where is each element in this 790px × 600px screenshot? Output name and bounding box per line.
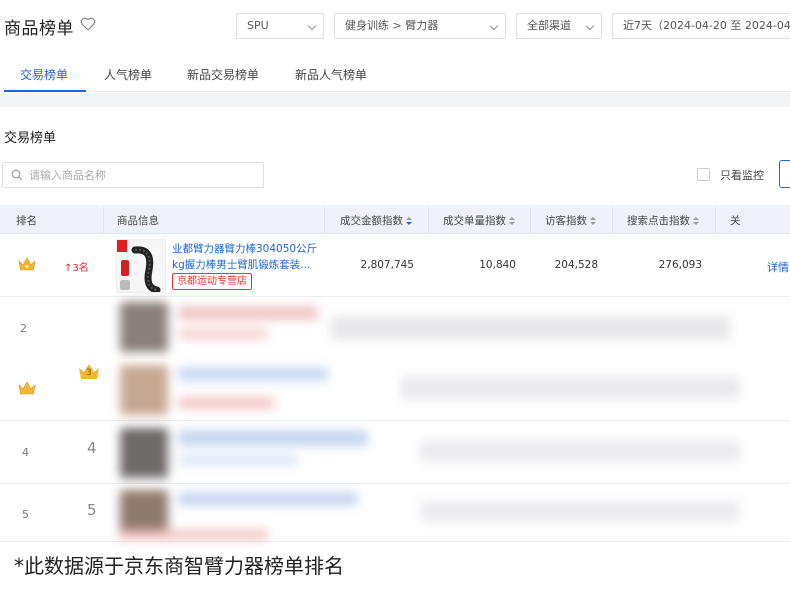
heart-icon[interactable] (80, 16, 96, 32)
column-order-index[interactable]: 成交单量指数 (443, 213, 515, 228)
shop-tag[interactable]: 京都运动专营店 (172, 273, 252, 290)
column-separator (612, 207, 613, 233)
sort-icon (693, 216, 699, 226)
column-separator (428, 207, 429, 233)
category-select[interactable]: 健身训练 > 臂力器 (334, 13, 506, 39)
tab-popularity-ranking[interactable]: 人气榜单 (104, 66, 152, 92)
detail-link[interactable]: 详情 (767, 259, 789, 275)
table-row[interactable]: 4 4 (0, 422, 790, 484)
tab-new-popularity-ranking[interactable]: 新品人气榜单 (295, 66, 367, 92)
blurred-content (0, 298, 790, 359)
date-range-value: 近7天（2024-04-20 至 2024-04-26） (623, 19, 790, 32)
rank-number-ghost: 4 (87, 439, 97, 457)
column-rank: 排名 (16, 215, 37, 227)
section-divider (0, 93, 790, 107)
category-select-value: 健身训练 > 臂力器 (345, 19, 439, 32)
table-row[interactable]: 5 5 (0, 484, 790, 542)
product-image (117, 240, 165, 292)
product-name-link[interactable]: 业都臂力器臂力棒304050公斤kg握力棒男士臂肌锻炼套装... (172, 241, 320, 273)
amount-index-value: 2,807,745 (360, 259, 414, 271)
search-box (2, 162, 264, 188)
chevron-down-icon (585, 21, 595, 31)
footnote: *此数据源于京东商智臂力器榜单排名 (14, 554, 344, 578)
search-icon (11, 169, 23, 181)
column-visitor-index[interactable]: 访客指数 (545, 213, 596, 228)
top-bar: 商品榜单 SPU 健身训练 > 臂力器 全部渠道 近7天（2024-04-20 … (0, 0, 790, 54)
column-visitor-index-label: 访客指数 (545, 215, 587, 227)
blurred-content (0, 359, 790, 420)
sort-icon (406, 216, 412, 226)
table-row[interactable]: ↑3名 业都臂力器臂力棒304050公斤kg握力棒男士臂肌锻炼套装... 京都运… (0, 235, 790, 297)
chevron-down-icon (307, 21, 317, 31)
column-search-click-index[interactable]: 搜索点击指数 (627, 213, 699, 228)
rank-number: 2 (20, 322, 27, 335)
rank-badge: 3 (78, 363, 100, 381)
column-separator (715, 207, 716, 233)
blurred-content (0, 484, 790, 541)
product-thumbnail[interactable] (116, 239, 166, 293)
search-click-index-value: 276,093 (658, 259, 702, 271)
chevron-down-icon (489, 21, 499, 31)
ranking-tabs: 交易榜单 人气榜单 新品交易榜单 新品人气榜单 (0, 58, 790, 92)
rank-number: 3 (86, 368, 92, 378)
sort-icon (590, 216, 596, 226)
crown-icon (18, 257, 36, 271)
date-range-select[interactable]: 近7天（2024-04-20 至 2024-04-26） (612, 13, 790, 39)
search-input[interactable] (29, 166, 257, 184)
visitor-index-value: 204,528 (554, 259, 598, 271)
column-order-index-label: 成交单量指数 (443, 215, 506, 227)
column-separator (530, 207, 531, 233)
page-title: 商品榜单 (4, 19, 74, 39)
column-search-click-index-label: 搜索点击指数 (627, 215, 690, 227)
monitor-only-checkbox[interactable] (697, 168, 710, 181)
spu-select-value: SPU (247, 19, 269, 32)
tab-trade-ranking[interactable]: 交易榜单 (4, 66, 86, 92)
section-title: 交易榜单 (4, 131, 57, 146)
rank-change: ↑3名 (64, 263, 89, 274)
spu-select[interactable]: SPU (236, 13, 324, 39)
table-header: 排名 商品信息 成交金额指数 成交单量指数 访客指数 搜索点击指数 关 (0, 205, 790, 234)
monitor-only-label: 只看监控 (720, 169, 764, 182)
column-amount-index-label: 成交金额指数 (340, 215, 403, 227)
column-more: 关 (730, 215, 741, 227)
blurred-content (0, 422, 790, 483)
column-product-info: 商品信息 (117, 215, 159, 227)
column-separator (324, 207, 325, 233)
table-row[interactable]: 2 (0, 298, 790, 360)
channel-select-value: 全部渠道 (527, 19, 571, 32)
table-row[interactable]: 3 (0, 359, 790, 421)
sort-icon (509, 216, 515, 226)
column-amount-index[interactable]: 成交金额指数 (340, 213, 412, 228)
rank-number: 5 (22, 508, 29, 521)
rank-number: 4 (22, 446, 29, 459)
channel-select[interactable]: 全部渠道 (516, 13, 602, 39)
order-index-value: 10,840 (479, 259, 516, 271)
crown-icon (18, 381, 36, 395)
rank-number-ghost: 5 (87, 501, 97, 519)
tab-new-trade-ranking[interactable]: 新品交易榜单 (187, 66, 259, 92)
column-separator (103, 207, 104, 233)
export-button[interactable] (779, 160, 790, 188)
